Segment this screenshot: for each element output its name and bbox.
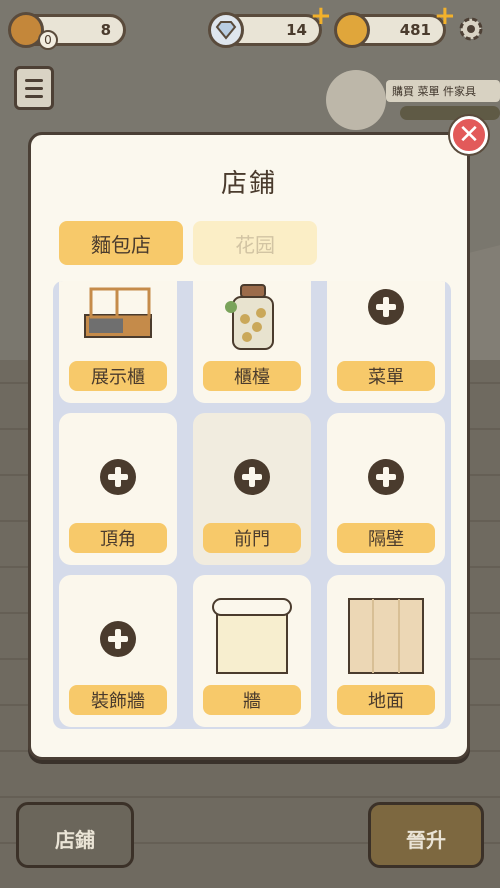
item-decor-wall[interactable]: 裝飾牆 xyxy=(59,575,177,727)
item-label: 牆 xyxy=(203,685,301,715)
item-display-case[interactable]: 展示櫃 xyxy=(59,281,177,403)
diamond-count: 14 xyxy=(286,21,307,39)
item-wall[interactable]: 牆 xyxy=(193,575,311,727)
close-button[interactable]: ✕ xyxy=(450,116,488,154)
plus-icon xyxy=(234,459,270,495)
add-coin-icon[interactable]: + xyxy=(434,3,456,29)
floor-wood-icon xyxy=(348,598,424,674)
item-menu[interactable]: 菜單 xyxy=(327,281,445,403)
close-icon: ✕ xyxy=(458,120,480,150)
item-label: 菜單 xyxy=(337,361,435,391)
menu-list-icon[interactable] xyxy=(14,66,54,110)
jar-counter-icon xyxy=(225,284,274,350)
item-label: 前門 xyxy=(203,523,301,553)
upgrade-button-label: 晉升 xyxy=(406,828,446,852)
coin-icon xyxy=(334,12,370,48)
plus-icon xyxy=(100,621,136,657)
npc-speech: 購買 菜單 件家具 xyxy=(386,80,500,102)
item-counter[interactable]: 櫃檯 xyxy=(193,281,311,403)
item-front-door[interactable]: 前門 xyxy=(193,413,311,565)
plus-icon xyxy=(368,459,404,495)
shop-modal: 店鋪 麵包店 花园 展示櫃 櫃檯 菜單 頂角 前門 隔壁 裝飾牆 牆 地面 xyxy=(28,132,470,760)
shop-button[interactable]: 店鋪 xyxy=(16,802,134,868)
item-label: 展示櫃 xyxy=(69,361,167,391)
bread-badge: 0 xyxy=(38,30,58,50)
display-case-icon xyxy=(84,287,152,338)
modal-title: 店鋪 xyxy=(220,169,277,199)
npc-progress-bar xyxy=(400,106,500,120)
plus-icon xyxy=(368,289,404,325)
coin-count: 481 xyxy=(399,21,431,39)
diamond-icon xyxy=(208,12,244,48)
tab-bakery[interactable]: 麵包店 xyxy=(59,221,183,265)
item-floor[interactable]: 地面 xyxy=(327,575,445,727)
item-label: 地面 xyxy=(337,685,435,715)
item-label: 裝飾牆 xyxy=(69,685,167,715)
item-next-door[interactable]: 隔壁 xyxy=(327,413,445,565)
upgrade-button[interactable]: 晉升 xyxy=(368,802,484,868)
cat-npc xyxy=(326,70,386,130)
item-label: 櫃檯 xyxy=(203,361,301,391)
item-grid: 展示櫃 櫃檯 菜單 頂角 前門 隔壁 裝飾牆 牆 地面 xyxy=(53,281,451,729)
add-diamond-icon[interactable]: + xyxy=(310,3,332,29)
item-label: 隔壁 xyxy=(337,523,435,553)
shop-button-label: 店鋪 xyxy=(55,828,95,852)
settings-gear-icon[interactable] xyxy=(456,14,486,44)
plus-icon xyxy=(100,459,136,495)
wallpaper-icon xyxy=(212,598,292,674)
tab-garden[interactable]: 花园 xyxy=(193,221,317,265)
item-corner[interactable]: 頂角 xyxy=(59,413,177,565)
item-label: 頂角 xyxy=(69,523,167,553)
bread-count: 8 xyxy=(100,21,111,39)
